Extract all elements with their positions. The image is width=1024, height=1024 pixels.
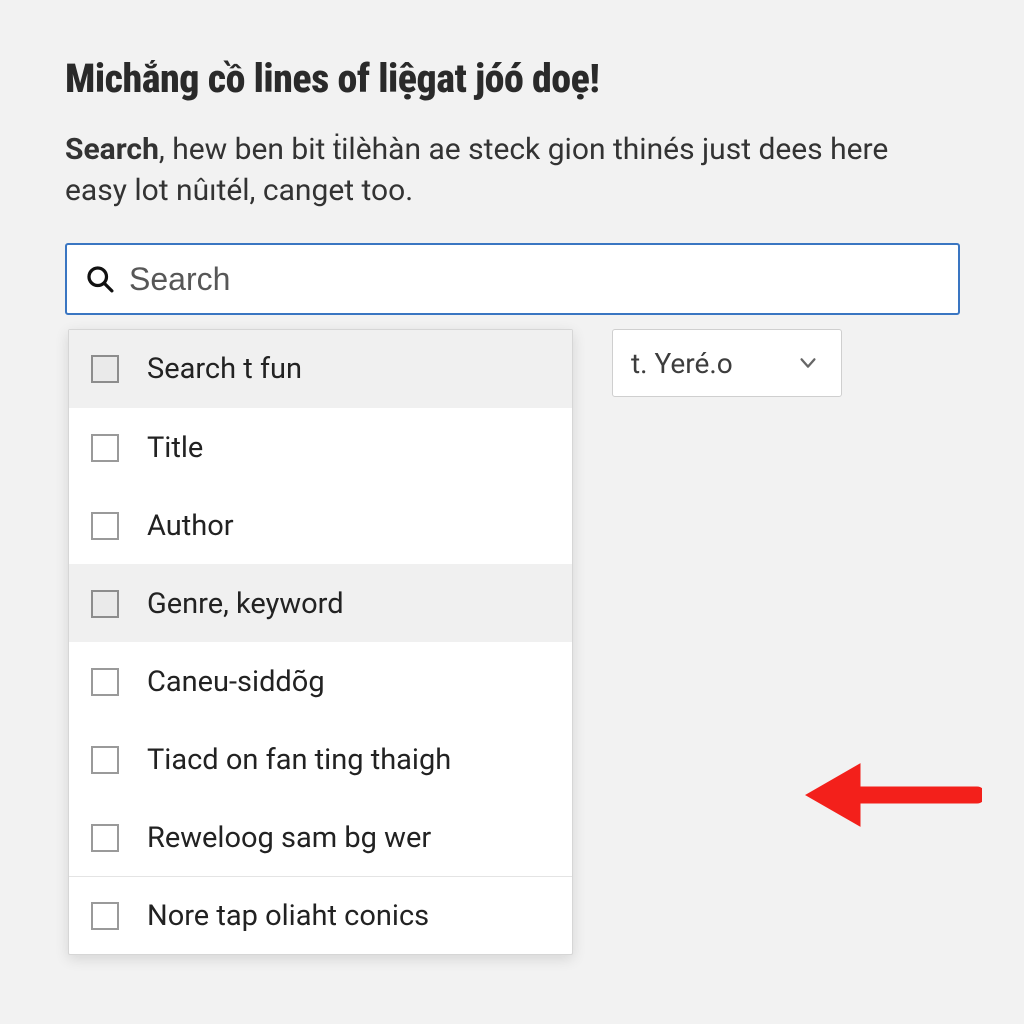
- checkbox-icon[interactable]: [91, 512, 119, 540]
- filter-option[interactable]: Title: [69, 408, 572, 486]
- checkbox-icon[interactable]: [91, 668, 119, 696]
- filter-dropdown: Search t fun Title Author Genre, keyword Can…: [68, 329, 573, 955]
- arrow-left-annotation-icon: [802, 750, 982, 840]
- filter-option-label: Author: [147, 509, 234, 543]
- sort-select-value: t. Yeré.o: [631, 347, 733, 380]
- checkbox-icon[interactable]: [91, 902, 119, 930]
- checkbox-icon[interactable]: [91, 746, 119, 774]
- filter-option-label: Reweloog sam bg wer: [147, 821, 431, 855]
- chevron-down-icon: [797, 352, 819, 374]
- page-title: Michắng cồ lines of liệgat jóó doẹ!: [65, 55, 964, 102]
- filter-option-label: Nore tap oliaht conics: [147, 899, 429, 933]
- subtitle-rest: , hew ben bit ṫilèhàn ae steck gion thin…: [65, 132, 888, 208]
- subtitle-lead: Search: [65, 132, 159, 167]
- checkbox-icon[interactable]: [91, 590, 119, 618]
- filter-option[interactable]: Author: [69, 486, 572, 564]
- checkbox-icon[interactable]: [91, 434, 119, 462]
- search-icon: [85, 264, 115, 294]
- filter-option[interactable]: Caneu-siddõg: [69, 642, 572, 720]
- checkbox-icon[interactable]: [91, 355, 119, 383]
- filter-option-label: Tiacd on fan ting thaigh: [147, 743, 451, 777]
- filter-option-label: Title: [147, 431, 203, 465]
- filter-option-label: Search t fun: [147, 352, 302, 386]
- checkbox-icon[interactable]: [91, 824, 119, 852]
- filter-option-label: Caneu-siddõg: [147, 665, 325, 699]
- filter-option[interactable]: Tiacd on fan ting thaigh: [69, 720, 572, 798]
- controls-row: t. Yeré.o Search t funTitleAuthorGenre, …: [65, 329, 960, 399]
- filter-option[interactable]: Genre, keyword: [69, 564, 572, 642]
- filter-option[interactable]: Search t fun: [69, 330, 572, 408]
- filter-option[interactable]: Nore tap oliaht conics: [69, 876, 572, 954]
- filter-option-label: Genre, keyword: [147, 587, 344, 621]
- search-field[interactable]: [65, 243, 960, 315]
- sort-select[interactable]: t. Yeré.o: [612, 329, 842, 397]
- search-input[interactable]: [129, 261, 940, 298]
- page-subtitle: Search, hew ben bit ṫilèhàn ae steck gio…: [65, 130, 945, 211]
- filter-option[interactable]: Reweloog sam bg wer: [69, 798, 572, 876]
- search-area: t. Yeré.o Search t funTitleAuthorGenre, …: [65, 243, 964, 399]
